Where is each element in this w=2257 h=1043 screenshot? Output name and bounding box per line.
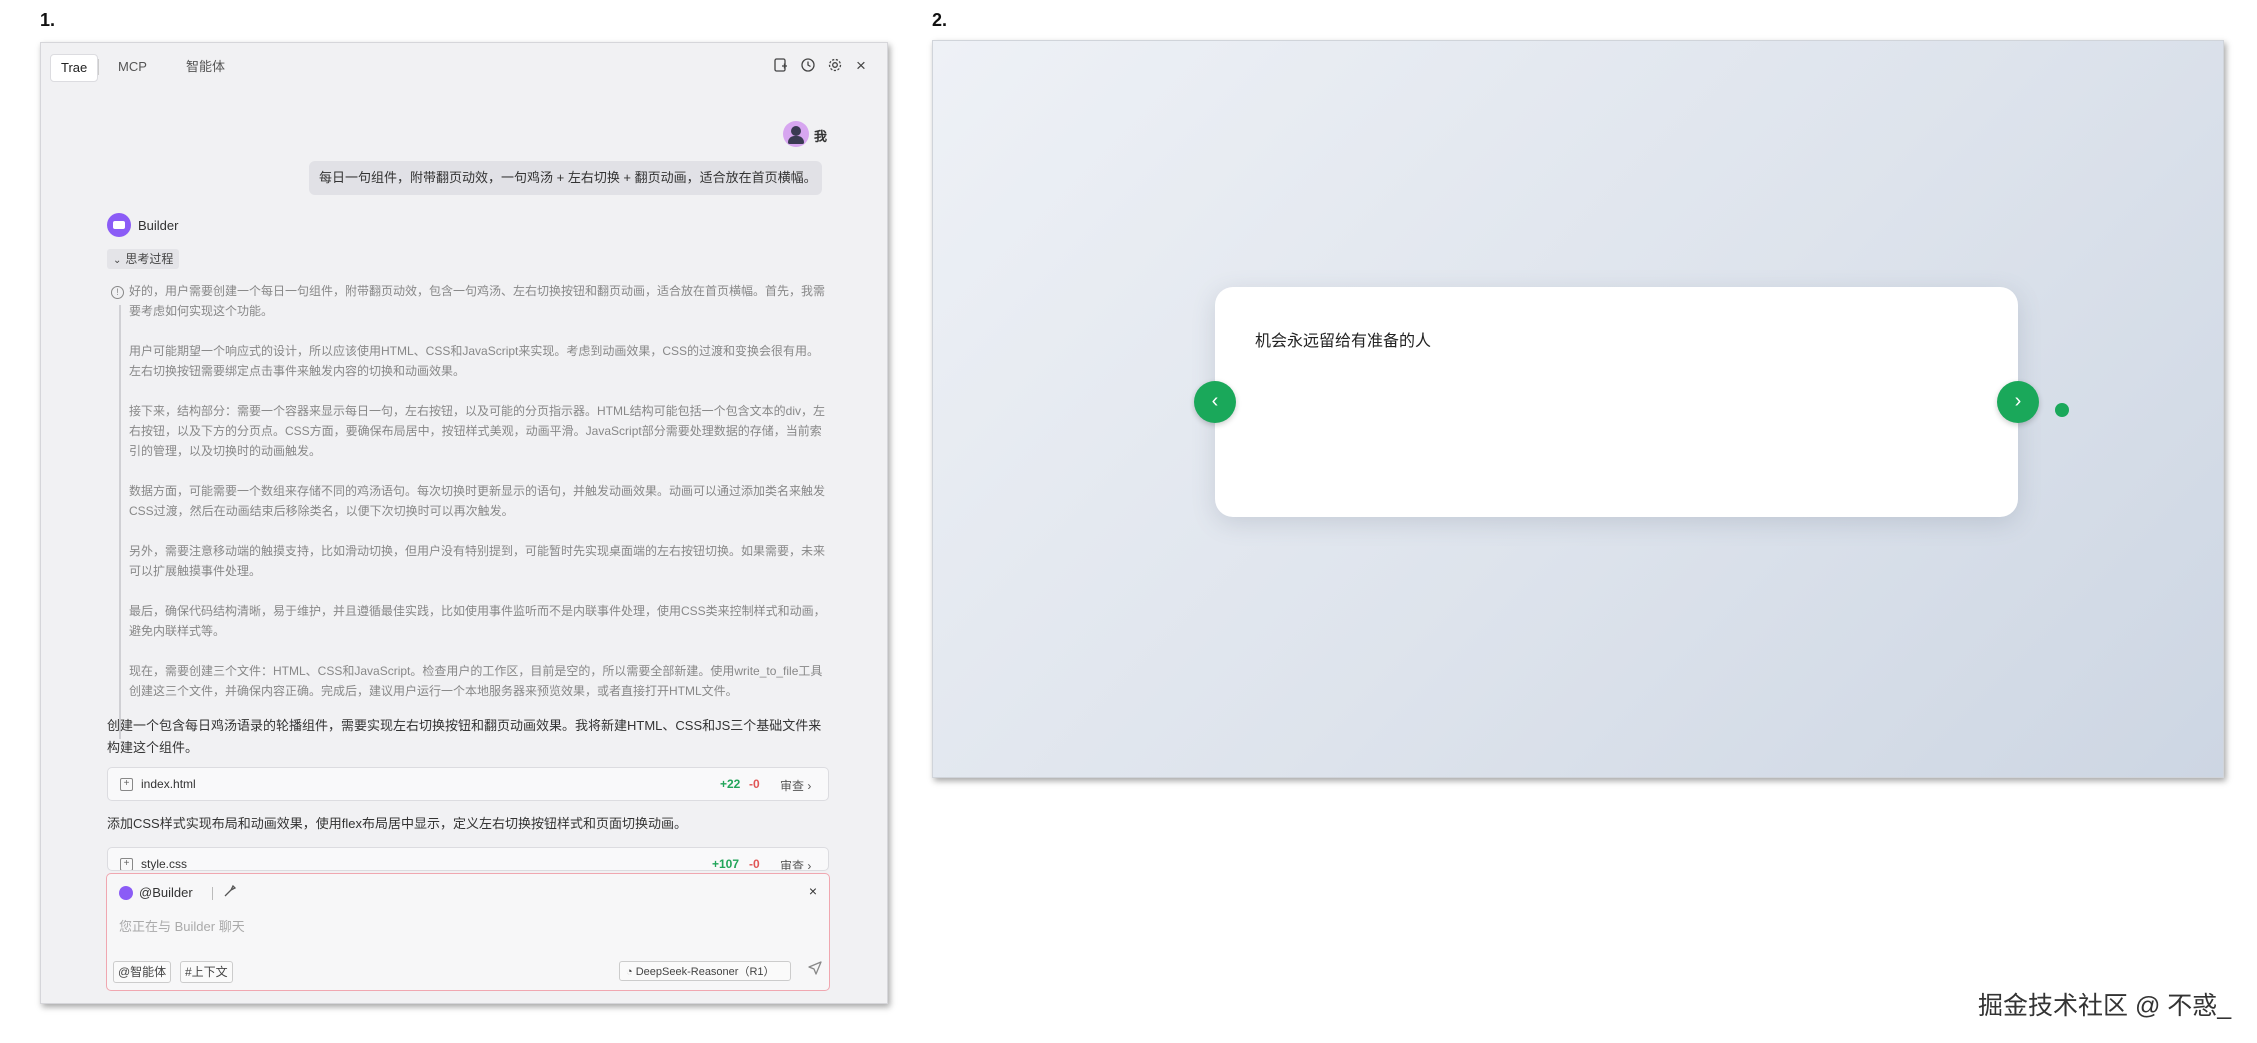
tab-agents[interactable]: 智能体	[186, 54, 225, 80]
tab-trae[interactable]: Trae	[50, 54, 99, 82]
builder-mini-avatar	[119, 886, 133, 900]
builder-avatar	[107, 213, 131, 237]
close-icon[interactable]: ×	[809, 883, 817, 899]
next-button[interactable]: ›	[1997, 381, 2039, 423]
response-text: 创建一个包含每日鸡汤语录的轮播组件，需要实现左右切换按钮和翻页动画效果。我将新建…	[107, 718, 822, 755]
agent-mention[interactable]: @Builder	[139, 885, 193, 900]
thinking-label: 思考过程	[125, 252, 174, 266]
context-chip[interactable]: #上下文	[180, 961, 233, 983]
prev-button[interactable]: ‹	[1194, 381, 1236, 423]
tab-mcp[interactable]: MCP	[118, 54, 147, 80]
chat-header: Trae MCP 智能体 ×	[41, 43, 887, 91]
trae-chat-panel: Trae MCP 智能体 × 我 每日一句组件，附带翻页动效，一句鸡汤 + 左右…	[40, 42, 888, 1004]
file-name: index.html	[141, 777, 196, 791]
thinking-paragraph: 最后，确保代码结构清晰，易于维护，并且遵循最佳实践，比如使用事件监听而不是内联事…	[129, 604, 826, 638]
user-name: 我	[814, 129, 828, 144]
tool-icon[interactable]	[223, 884, 237, 901]
daily-quote: 机会永远留给有准备的人	[1255, 333, 1432, 350]
lines-added: +107	[712, 857, 740, 871]
response-text: 添加CSS样式实现布局和动画效果，使用flex布局居中显示，定义左右切换按钮样式…	[107, 816, 687, 831]
figure-label-2: 2.	[932, 10, 948, 30]
model-icon: ◔	[626, 966, 633, 978]
quote-card: 机会永远留给有准备的人	[1215, 287, 2018, 517]
close-icon[interactable]: ×	[852, 57, 870, 75]
model-selector[interactable]: ◔ DeepSeek-Reasoner（R1）	[619, 961, 791, 981]
file-expand-icon[interactable]: +	[120, 778, 133, 791]
user-message: 每日一句组件，附带翻页动效，一句鸡汤 + 左右切换 + 翻页动画，适合放在首页横…	[309, 161, 822, 195]
model-name: DeepSeek-Reasoner（R1）	[635, 966, 775, 978]
agent-chip[interactable]: @智能体	[113, 961, 172, 983]
send-icon[interactable]	[807, 959, 823, 980]
thinking-rule	[119, 305, 121, 739]
chevron-down-icon: ⌄	[113, 255, 122, 266]
lines-removed: -0	[749, 777, 760, 791]
figure-label-1: 1.	[40, 10, 56, 30]
thinking-paragraph: 好的，用户需要创建一个每日一句组件，附带翻页动效，包含一句鸡汤、左右切换按钮和翻…	[129, 284, 826, 318]
review-label: 审查	[780, 779, 805, 793]
info-icon: !	[111, 286, 124, 299]
thinking-paragraph: 数据方面，可能需要一个数组来存储不同的鸡汤语句。每次切换时更新显示的语句，并触发…	[129, 484, 826, 518]
builder-name: Builder	[138, 218, 179, 233]
file-expand-icon[interactable]: +	[120, 858, 133, 870]
tab-divider	[98, 59, 99, 75]
thinking-paragraph: 另外，需要注意移动端的触摸支持，比如滑动切换，但用户没有特别提到，可能暂时先实现…	[129, 544, 826, 578]
chat-input-box[interactable]: @Builder × 您正在与 Builder 聊天 @智能体 #上下文 ◔ D…	[106, 873, 830, 991]
watermark: 掘金技术社区 @ 不惑_	[1978, 992, 2232, 1020]
divider	[212, 887, 213, 900]
file-change-card[interactable]: + style.css +107 -0 审查 ›	[107, 847, 829, 871]
new-chat-icon[interactable]	[772, 57, 790, 75]
file-change-card[interactable]: + index.html +22 -0 审查 ›	[107, 767, 829, 801]
review-label: 审查	[780, 859, 805, 871]
chat-input[interactable]: 您正在与 Builder 聊天	[119, 916, 245, 935]
thinking-paragraph: 用户可能期望一个响应式的设计，所以应该使用HTML、CSS和JavaScript…	[129, 344, 820, 378]
pagination-dot[interactable]	[2055, 403, 2069, 417]
lines-added: +22	[720, 777, 741, 791]
lines-removed: -0	[749, 857, 760, 871]
review-button[interactable]: 审查 ›	[780, 777, 811, 794]
thinking-paragraph: 接下来，结构部分：需要一个容器来显示每日一句，左右按钮，以及可能的分页指示器。H…	[129, 404, 826, 458]
history-icon[interactable]	[799, 57, 817, 75]
preview-panel: 机会永远留给有准备的人 ‹ ›	[932, 40, 2224, 778]
file-name: style.css	[141, 857, 188, 871]
user-avatar	[783, 121, 809, 147]
review-button[interactable]: 审查 ›	[780, 857, 811, 871]
thinking-paragraph: 现在，需要创建三个文件：HTML、CSS和JavaScript。检查用户的工作区…	[129, 664, 823, 698]
thinking-toggle[interactable]: ⌄ 思考过程	[107, 249, 180, 269]
settings-icon[interactable]	[826, 57, 844, 75]
